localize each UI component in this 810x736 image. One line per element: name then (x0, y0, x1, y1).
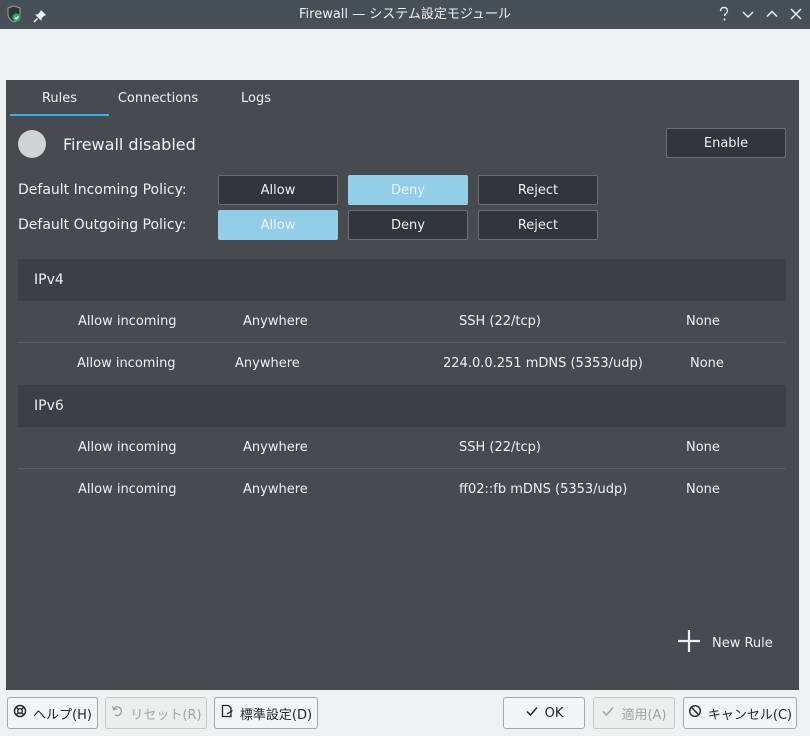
rule-log: None (686, 314, 720, 329)
tab-connections[interactable]: Connections (109, 80, 207, 116)
toolbar-area (0, 29, 810, 80)
help-button[interactable]: ヘルプ(H) (7, 697, 98, 729)
defaults-button[interactable]: 標準設定(D) (214, 697, 318, 729)
table-row[interactable]: Allow incoming Anywhere SSH (22/tcp) Non… (18, 427, 786, 469)
outgoing-reject-button[interactable]: Reject (478, 210, 598, 240)
firewall-status: Firewall disabled (18, 130, 196, 158)
status-indicator (18, 130, 46, 158)
help-question-icon[interactable] (716, 4, 732, 24)
rule-to: SSH (22/tcp) (459, 440, 541, 455)
lifebuoy-icon (13, 704, 27, 722)
rule-from: Anywhere (235, 356, 300, 371)
table-row[interactable]: Allow incoming Anywhere SSH (22/tcp) Non… (18, 301, 786, 343)
apply-button-label: 適用(A) (621, 707, 667, 723)
tab-rules[interactable]: Rules (10, 80, 109, 116)
incoming-allow-button[interactable]: Allow (218, 175, 338, 205)
rules-list: IPv4 Allow incoming Anywhere SSH (22/tcp… (18, 259, 786, 511)
new-rule-label: New Rule (712, 635, 773, 651)
checkmark-icon (525, 704, 539, 722)
defaults-button-label: 標準設定(D) (239, 707, 313, 723)
rule-from: Anywhere (243, 314, 308, 329)
table-row[interactable]: Allow incoming Anywhere 224.0.0.251 mDNS… (18, 343, 786, 385)
ok-button[interactable]: OK (503, 697, 585, 729)
tab-bar: Rules Connections Logs (10, 80, 305, 116)
title-bar: Firewall — システム設定モジュール (0, 0, 810, 29)
rule-action: Allow incoming (77, 356, 176, 371)
cancel-button-label: キャンセル(C) (707, 707, 793, 723)
maximize-chevron-up-icon[interactable] (764, 4, 780, 24)
outgoing-deny-button[interactable]: Deny (348, 210, 468, 240)
table-row[interactable]: Allow incoming Anywhere ff02::fb mDNS (5… (18, 469, 786, 511)
cancel-circle-icon (688, 704, 702, 722)
tab-logs[interactable]: Logs (207, 80, 305, 116)
incoming-reject-button[interactable]: Reject (478, 175, 598, 205)
minimize-chevron-down-icon[interactable] (740, 4, 756, 24)
rule-to: SSH (22/tcp) (459, 314, 541, 329)
outgoing-policy-label: Default Outgoing Policy: (18, 217, 187, 233)
ipv6-group-header: IPv6 (18, 385, 786, 427)
rule-to: 224.0.0.251 mDNS (5353/udp) (443, 356, 643, 371)
cancel-button[interactable]: キャンセル(C) (683, 697, 797, 729)
dialog-button-bar: ヘルプ(H) リセット(R) 標準設定(D) OK 適用(A) キャンセル(C) (0, 690, 810, 736)
pin-icon[interactable] (32, 6, 48, 26)
plus-icon (676, 628, 702, 658)
reset-button-label: リセット(R) (130, 707, 202, 723)
ipv4-group-header: IPv4 (18, 259, 786, 301)
undo-icon (110, 704, 124, 722)
rule-from: Anywhere (243, 482, 308, 497)
shield-icon (6, 5, 22, 27)
new-rule-button[interactable]: New Rule (676, 628, 773, 658)
rule-action: Allow incoming (78, 482, 177, 497)
main-panel: Rules Connections Logs Firewall disabled… (6, 80, 799, 690)
rule-to: ff02::fb mDNS (5353/udp) (459, 482, 628, 497)
document-defaults-icon (220, 704, 234, 722)
rule-action: Allow incoming (78, 314, 177, 329)
enable-button[interactable]: Enable (666, 128, 786, 158)
status-text: Firewall disabled (63, 134, 196, 154)
help-button-label: ヘルプ(H) (33, 707, 92, 723)
checkmark-icon (601, 704, 615, 722)
ok-button-label: OK (544, 705, 564, 721)
rule-log: None (686, 482, 720, 497)
apply-button[interactable]: 適用(A) (593, 697, 675, 729)
window-title: Firewall — システム設定モジュール (299, 7, 511, 22)
outgoing-allow-button[interactable]: Allow (218, 210, 338, 240)
close-icon[interactable] (788, 4, 804, 24)
rule-action: Allow incoming (78, 440, 177, 455)
rule-log: None (686, 440, 720, 455)
reset-button[interactable]: リセット(R) (105, 697, 207, 729)
incoming-deny-button[interactable]: Deny (348, 175, 468, 205)
rule-from: Anywhere (243, 440, 308, 455)
rule-log: None (690, 356, 724, 371)
incoming-policy-label: Default Incoming Policy: (18, 182, 187, 198)
